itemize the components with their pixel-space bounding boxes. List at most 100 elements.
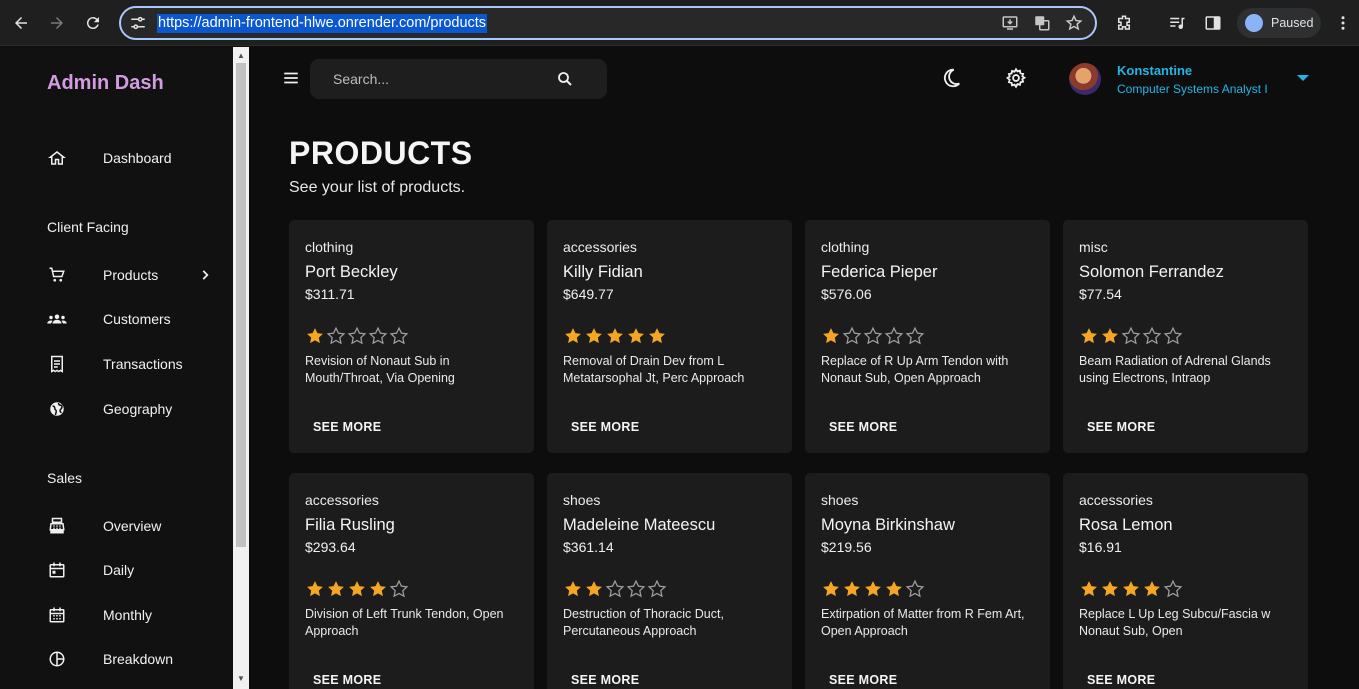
media-control-icon[interactable]	[1165, 11, 1189, 35]
product-category: accessories	[563, 239, 637, 255]
star-filled-icon	[328, 581, 344, 597]
product-rating	[821, 579, 925, 599]
sidebar-item-products[interactable]: Products	[0, 255, 233, 295]
reload-icon[interactable]	[81, 11, 105, 35]
scrollbar-thumb[interactable]	[236, 63, 246, 547]
star-filled-icon	[823, 328, 839, 344]
site-settings-icon[interactable]	[129, 14, 147, 32]
sidebar-item-label: Products	[103, 267, 159, 283]
see-more-button[interactable]: SEE MORE	[571, 420, 639, 434]
brand-logo[interactable]: Admin Dash	[47, 72, 164, 95]
sidebar-item-transactions[interactable]: Transactions	[0, 344, 233, 384]
sidebar-item-overview[interactable]: Overview	[0, 506, 233, 546]
star-empty-icon	[389, 579, 409, 598]
search-icon[interactable]	[556, 70, 574, 88]
see-more-button[interactable]: SEE MORE	[313, 673, 381, 687]
extensions-icon[interactable]	[1112, 11, 1136, 35]
page-title: PRODUCTS	[289, 135, 473, 171]
star-empty-icon	[347, 326, 367, 345]
product-description: Revision of Nonaut Sub in Mouth/Throat, …	[305, 354, 455, 385]
chevron-right-icon	[202, 270, 209, 280]
page-subtitle: See your list of products.	[289, 179, 466, 196]
scroll-up-icon[interactable]: ▲	[236, 51, 246, 61]
sidebar-item-dashboard[interactable]: Dashboard	[0, 138, 233, 178]
avatar[interactable]	[1069, 63, 1101, 95]
star-filled-icon	[844, 581, 860, 597]
star-filled-icon	[1123, 581, 1139, 597]
product-price: $576.06	[821, 286, 872, 302]
sidebar-item-daily[interactable]: Daily	[0, 550, 233, 590]
translate-icon[interactable]	[1033, 14, 1051, 32]
product-category: clothing	[821, 239, 870, 255]
star-empty-icon	[1163, 579, 1183, 598]
dark-mode-icon[interactable]	[940, 67, 962, 89]
product-card: accessories Rosa Lemon $16.91 Replace L …	[1063, 473, 1308, 689]
product-rating	[305, 579, 409, 599]
product-name: Filia Rusling	[305, 516, 395, 534]
point-of-sale-icon	[47, 516, 67, 536]
bookmark-star-icon[interactable]	[1065, 14, 1083, 32]
product-category: misc	[1079, 239, 1108, 255]
product-rating	[563, 579, 667, 599]
install-app-icon[interactable]	[1001, 14, 1019, 32]
see-more-button[interactable]: SEE MORE	[1087, 420, 1155, 434]
browser-toolbar: https://admin-frontend-hlwe.onrender.com…	[0, 0, 1359, 46]
product-price: $361.14	[563, 539, 614, 555]
product-price: $16.91	[1079, 539, 1122, 555]
sidebar-item-breakdown[interactable]: Breakdown	[0, 639, 233, 679]
star-empty-icon	[863, 326, 883, 345]
forward-arrow-icon[interactable]	[45, 11, 69, 35]
sidebar-item-customers[interactable]: Customers	[0, 299, 233, 339]
settings-gear-icon[interactable]	[1005, 67, 1027, 89]
star-empty-icon	[905, 579, 925, 598]
address-bar[interactable]: https://admin-frontend-hlwe.onrender.com…	[119, 6, 1097, 40]
star-filled-icon	[886, 581, 902, 597]
see-more-button[interactable]: SEE MORE	[571, 673, 639, 687]
menu-icon[interactable]	[282, 69, 300, 87]
product-price: $219.56	[821, 539, 872, 555]
star-empty-icon	[884, 326, 904, 345]
profile-button[interactable]: Paused	[1237, 8, 1321, 38]
star-filled-icon	[370, 581, 386, 597]
product-name: Killy Fidian	[563, 263, 643, 281]
sidebar-item-label: Daily	[103, 562, 135, 578]
star-filled-icon	[307, 581, 323, 597]
product-name: Madeleine Mateescu	[563, 516, 716, 534]
product-name: Solomon Ferrandez	[1079, 263, 1224, 281]
product-card: accessories Filia Rusling $293.64 Divisi…	[289, 473, 534, 689]
main-content: Search... Konstantine Computer Systems A…	[249, 47, 1359, 689]
url-text[interactable]: https://admin-frontend-hlwe.onrender.com…	[157, 14, 488, 33]
dropdown-arrow-icon[interactable]	[1297, 75, 1309, 81]
product-price: $77.54	[1079, 286, 1122, 302]
groups-icon	[47, 309, 67, 329]
see-more-button[interactable]: SEE MORE	[829, 420, 897, 434]
sidebar-item-label: Overview	[103, 518, 162, 534]
star-filled-icon	[1102, 328, 1118, 344]
star-filled-icon	[565, 581, 581, 597]
profile-status: Paused	[1271, 16, 1314, 30]
star-empty-icon	[647, 579, 667, 598]
star-empty-icon	[905, 326, 925, 345]
see-more-button[interactable]: SEE MORE	[1087, 673, 1155, 687]
sidebar-item-label: Monthly	[103, 607, 153, 623]
product-price: $311.71	[305, 286, 355, 302]
profile-avatar	[1245, 14, 1263, 32]
star-empty-icon	[626, 579, 646, 598]
back-arrow-icon[interactable]	[9, 11, 33, 35]
see-more-button[interactable]: SEE MORE	[313, 420, 381, 434]
product-card: clothing Federica Pieper $576.06 Replace…	[805, 220, 1050, 453]
see-more-button[interactable]: SEE MORE	[829, 673, 897, 687]
product-name: Port Beckley	[305, 263, 398, 281]
receipt-icon	[47, 354, 67, 374]
sidebar-item-monthly[interactable]: Monthly	[0, 595, 233, 635]
search-input[interactable]: Search...	[310, 59, 607, 99]
star-filled-icon	[823, 581, 839, 597]
sidebar-item-geography[interactable]: Geography	[0, 389, 233, 429]
star-empty-icon	[389, 326, 409, 345]
side-panel-icon[interactable]	[1201, 11, 1225, 35]
product-name: Federica Pieper	[821, 263, 938, 281]
user-name[interactable]: Konstantine	[1117, 63, 1192, 78]
product-rating	[1079, 326, 1183, 346]
scroll-down-icon[interactable]: ▼	[236, 674, 246, 684]
chrome-menu-icon[interactable]	[1331, 11, 1355, 35]
